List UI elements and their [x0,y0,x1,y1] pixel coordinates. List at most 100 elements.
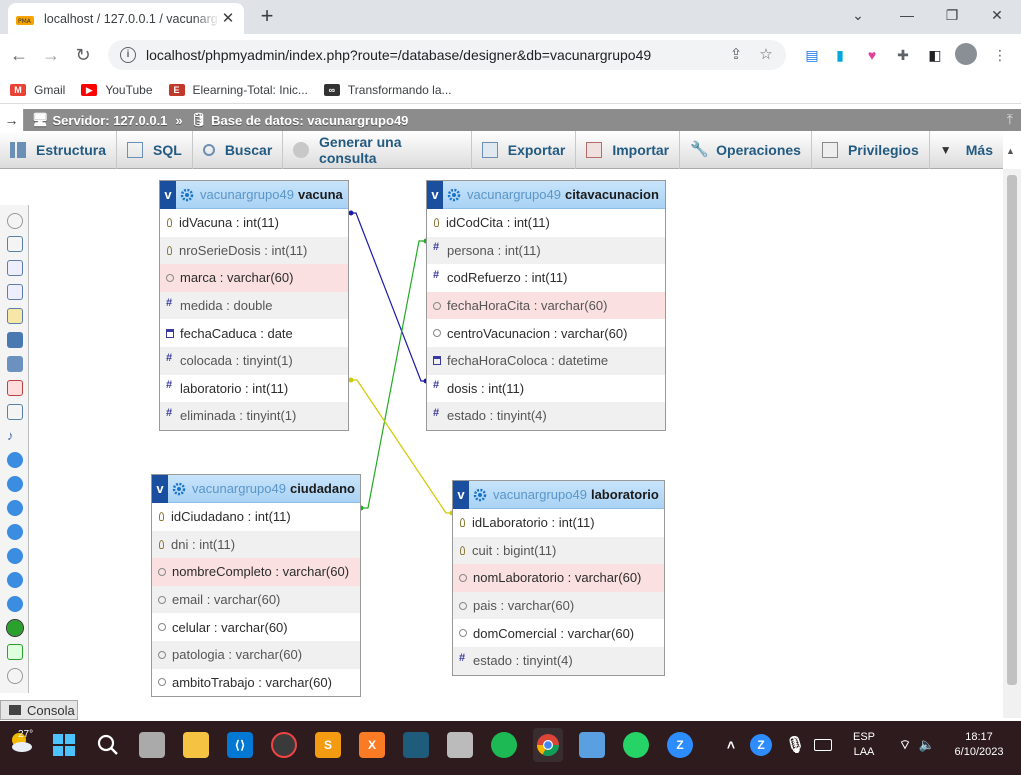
side-panel-icon[interactable]: ◧ [925,45,945,65]
relation-line-persona-idciudadano[interactable] [361,240,426,509]
tab-exportar[interactable]: Exportar [472,130,577,169]
bookmark-transformando[interactable]: ∞ Transformando la... [323,83,452,97]
table-citavacunacion[interactable]: v vacunargrupo49 citavacunacion idCodCit… [426,180,666,431]
column-row[interactable]: codRefuerzo : int(11) [427,264,665,292]
site-info-icon[interactable]: i [120,47,136,63]
column-row[interactable]: fechaHoraCita : varchar(60) [427,291,665,320]
mysql-workbench-icon[interactable] [403,732,429,758]
scroll-up-arrow-icon[interactable]: ▲ [1006,146,1015,156]
reload-icon[interactable]: ↻ [72,44,94,66]
gear-icon[interactable] [447,188,461,202]
column-row[interactable]: cuit : bigint(11) [453,536,664,565]
table-laboratorio[interactable]: v vacunargrupo49 laboratorio idLaborator… [452,480,665,676]
column-row[interactable]: ambitoTrabajo : varchar(60) [152,669,360,697]
column-row[interactable]: idCodCita : int(11) [427,209,665,237]
sublime-icon[interactable]: S [315,732,341,758]
column-row[interactable]: nomLaboratorio : varchar(60) [453,564,664,592]
bookmark-elearning[interactable]: E Elearning-Total: Inic... [168,83,308,97]
relation-line-dosis-idvacuna[interactable] [351,212,426,382]
reload-icon[interactable] [7,476,23,492]
column-row[interactable]: idVacuna : int(11) [160,209,348,237]
xampp-icon[interactable]: X [359,732,385,758]
column-row[interactable]: dni : int(11) [152,530,360,559]
save-icon[interactable] [7,332,23,348]
restore-button[interactable]: ❐ [940,5,964,25]
gear-icon[interactable] [473,488,487,502]
whatsapp-icon[interactable] [623,732,649,758]
angular-links-icon[interactable] [7,524,23,540]
column-row[interactable]: estado : tinyint(4) [453,646,664,675]
navigation-toggle-icon[interactable]: → [0,109,24,131]
keyboard-icon[interactable] [814,739,832,751]
table-ciudadano[interactable]: v vacunargrupo49 ciudadano idCiudadano :… [151,474,361,698]
volume-icon[interactable]: 🔈 [914,732,940,758]
table-header[interactable]: v vacunargrupo49 vacuna [160,180,348,209]
column-row[interactable]: estado : tinyint(4) [427,402,665,430]
scrollbar-thumb[interactable] [1007,175,1017,685]
table-toggle-icon[interactable]: v [160,180,176,209]
virtualbox-icon[interactable] [579,732,605,758]
tab-privilegios[interactable]: Privilegios [812,130,930,169]
open-page-icon[interactable] [7,308,23,324]
table-header[interactable]: v vacunargrupo49 ciudadano [152,474,360,503]
table-toggle-icon[interactable]: v [427,180,443,209]
relation-lines-toggle-icon[interactable] [6,619,24,637]
table-header[interactable]: v vacunargrupo49 citavacunacion [427,180,665,209]
column-row[interactable]: pais : varchar(60) [453,591,664,620]
fullscreen-icon[interactable] [7,236,23,252]
extension-icon[interactable]: ▮ [830,45,850,65]
breadcrumb-database[interactable]: Base de datos: vacunargrupo49 [211,113,408,128]
build-query-icon[interactable] [7,668,23,684]
column-row[interactable]: domComercial : varchar(60) [453,619,664,647]
spotify-icon[interactable] [491,732,517,758]
column-row[interactable]: idCiudadano : int(11) [152,503,360,531]
search-icon[interactable] [95,732,121,758]
scroll-top-icon[interactable]: ⤒ [1007,111,1013,128]
column-row[interactable]: email : varchar(60) [152,585,360,614]
tab-search-icon[interactable]: ⌄ [846,5,870,25]
zoom-tray-icon[interactable]: Z [750,734,772,756]
column-row[interactable]: nombreCompleto : varchar(60) [152,558,360,586]
column-row[interactable]: dosis : int(11) [427,375,665,403]
browser-tab[interactable]: PMA localhost / 127.0.0.1 / vacunargrupo… [8,3,244,34]
tab-buscar[interactable]: Buscar [193,130,284,169]
extensions-puzzle-icon[interactable]: ✚ [893,45,913,65]
column-row[interactable]: fechaCaduca : date [160,319,348,347]
vscode-icon[interactable]: ⟨⟩ [227,732,253,758]
share-icon[interactable]: ⇪ [726,45,746,65]
url-text[interactable]: localhost/phpmyadmin/index.php?route=/da… [146,47,726,63]
column-row[interactable]: medida : double [160,291,348,320]
tab-mas[interactable]: ▼ Más [930,131,1003,169]
table-toggle-icon[interactable]: v [453,480,469,509]
column-row[interactable]: nroSerieDosis : int(11) [160,236,348,265]
forward-arrow-icon[interactable]: → [40,44,62,66]
gear-icon[interactable] [180,188,194,202]
table-toggle-icon[interactable]: v [152,474,168,503]
help-icon[interactable] [7,500,23,516]
gear-icon[interactable] [172,482,186,496]
microphone-icon[interactable]: 🎙 [782,732,808,758]
save-as-icon[interactable] [7,356,23,372]
small-big-icon[interactable] [7,572,23,588]
toggle-panel-icon[interactable] [7,213,23,229]
breadcrumb-server[interactable]: Servidor: 127.0.0.1 [53,113,168,128]
windows-start-icon[interactable] [51,732,77,758]
table-header[interactable]: v vacunargrupo49 laboratorio [453,480,664,509]
tab-sql[interactable]: SQL [117,130,193,169]
bookmark-youtube[interactable]: ▶ YouTube [81,83,153,97]
column-row[interactable]: laboratorio : int(11) [160,375,348,403]
column-row[interactable]: idLaboratorio : int(11) [453,509,664,537]
toggle-small-big-icon[interactable] [7,596,23,612]
column-row[interactable]: centroVacunacion : varchar(60) [427,319,665,347]
snap-to-grid-icon[interactable] [7,548,23,564]
new-page-icon[interactable] [7,284,23,300]
show-hidden-icons-chevron-up-icon[interactable]: ˄ [718,732,744,758]
column-row[interactable]: eliminada : tinyint(1) [160,402,348,430]
column-row[interactable]: persona : int(11) [427,236,665,265]
tab-estructura[interactable]: Estructura [0,130,118,169]
zoom-icon[interactable]: Z [667,732,693,758]
extension-icon[interactable]: ♥ [862,45,882,65]
bookmark-gmail[interactable]: M Gmail [10,83,65,97]
close-window-button[interactable]: ✕ [985,5,1009,25]
minimize-button[interactable]: — [895,5,919,25]
